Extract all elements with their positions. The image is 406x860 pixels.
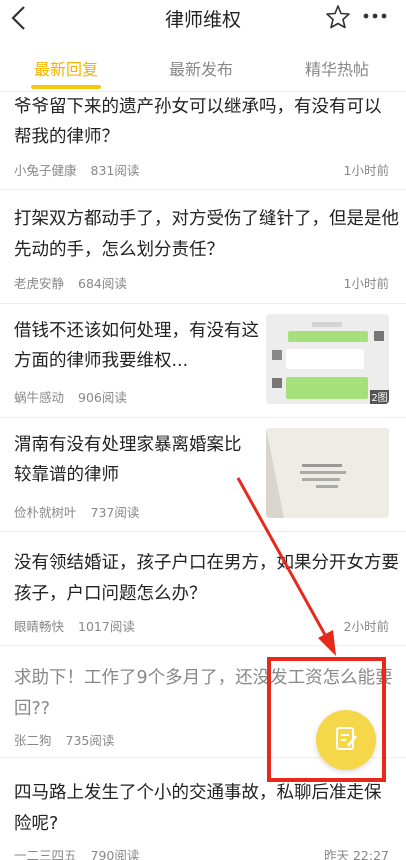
post-title-line2: 较靠谱的律师 xyxy=(14,465,119,485)
post-title-line1: 四马路上发生了个小的交通事故，私聊后准走保 xyxy=(14,783,382,803)
post-author: 小兔子健康 xyxy=(14,163,77,178)
post-title-line2: 帮我的律师？ xyxy=(14,127,119,147)
post-author: 一二三四五 xyxy=(14,848,77,860)
post-title-line2: 孩子，户口问题怎么办？ xyxy=(14,584,207,604)
tab-featured[interactable]: 精华热帖 xyxy=(277,56,397,80)
star-icon[interactable] xyxy=(325,4,351,30)
post-meta: 张二狗 735阅读 xyxy=(14,730,114,749)
edit-icon xyxy=(336,727,357,750)
post-meta: 一二三四五 790阅读 xyxy=(14,845,139,860)
post-author: 俭朴就树叶 xyxy=(14,505,77,520)
post-reads: 735阅读 xyxy=(65,733,115,748)
post-title-line1: 爷爷留下来的遗产孙女可以继承吗，有没有可以 xyxy=(14,97,382,117)
top-bar: 律师维权 xyxy=(0,0,406,38)
post-author: 蜗牛感动 xyxy=(14,390,65,405)
post-meta: 小兔子健康 831阅读 xyxy=(14,160,139,179)
post-time: 1小时前 xyxy=(343,163,389,178)
paper-photo-image xyxy=(266,428,389,518)
post-thumbnail[interactable] xyxy=(266,428,389,518)
post-meta: 老虎安静 684阅读 xyxy=(14,273,127,292)
chat-screenshot-image: 2图 xyxy=(266,314,389,404)
post-meta: 眼睛畅快 1017阅读 xyxy=(14,616,135,635)
post-title-line2: 回?? xyxy=(14,699,51,719)
active-tab-indicator xyxy=(31,85,101,89)
compose-button[interactable] xyxy=(316,710,376,770)
post-reads: 831阅读 xyxy=(90,163,140,178)
list-item[interactable]: 四马路上发生了个小的交通事故，私聊后准走保 险呢? 一二三四五 790阅读 昨天 … xyxy=(0,758,406,860)
post-title-line1: 借钱不还该如何处理，有没有这 xyxy=(14,321,259,341)
post-title-line1: 渭南有没有处理家暴离婚案比 xyxy=(14,435,242,455)
list-item[interactable]: 爷爷留下来的遗产孙女可以继承吗，有没有可以 帮我的律师？ 小兔子健康 831阅读 … xyxy=(0,92,406,190)
post-meta: 俭朴就树叶 737阅读 xyxy=(14,502,139,521)
post-author: 张二狗 xyxy=(14,733,52,748)
post-thumbnail[interactable]: 2图 xyxy=(266,314,389,404)
post-reads: 790阅读 xyxy=(90,848,140,860)
post-meta: 蜗牛感动 906阅读 xyxy=(14,387,127,406)
post-title-line1: 求助下！工作了9个多月了，还没发工资怎么能要 xyxy=(14,668,393,688)
more-icon[interactable] xyxy=(361,6,389,26)
post-author: 眼睛畅快 xyxy=(14,619,65,634)
post-title-line2: 方面的律师我要维权... xyxy=(14,351,189,371)
post-title-line2: 先动的手，怎么划分责任？ xyxy=(14,240,224,260)
post-time: 1小时前 xyxy=(343,276,389,291)
post-reads: 1017阅读 xyxy=(78,619,135,634)
post-time: 昨天 22:27 xyxy=(324,848,389,860)
post-time: 2小时前 xyxy=(343,619,389,634)
list-item[interactable]: 渭南有没有处理家暴离婚案比 较靠谱的律师 俭朴就树叶 737阅读 xyxy=(0,418,406,532)
post-title-line2: 险呢? xyxy=(14,814,59,834)
list-item[interactable]: 打架双方都动手了，对方受伤了缝针了，但是是他 先动的手，怎么划分责任？ 老虎安静… xyxy=(0,190,406,304)
post-title-line1: 打架双方都动手了，对方受伤了缝针了，但是是他 xyxy=(14,209,399,229)
tab-latest-posts[interactable]: 最新发布 xyxy=(141,56,261,80)
tab-latest-replies[interactable]: 最新回复 xyxy=(6,56,126,80)
post-title-line1: 没有领结婚证，孩子户口在男方，如果分开女方要 xyxy=(14,553,399,573)
list-item[interactable]: 借钱不还该如何处理，有没有这 方面的律师我要维权... 蜗牛感动 906阅读 2图 xyxy=(0,304,406,418)
image-count-badge: 2图 xyxy=(371,392,387,404)
post-reads: 737阅读 xyxy=(90,505,140,520)
post-reads: 906阅读 xyxy=(78,390,127,405)
list-item[interactable]: 没有领结婚证，孩子户口在男方，如果分开女方要 孩子，户口问题怎么办？ 眼睛畅快 1… xyxy=(0,532,406,646)
post-author: 老虎安静 xyxy=(14,276,65,291)
post-reads: 684阅读 xyxy=(78,276,127,291)
tab-bar: 最新回复 最新发布 精华热帖 xyxy=(0,38,406,92)
